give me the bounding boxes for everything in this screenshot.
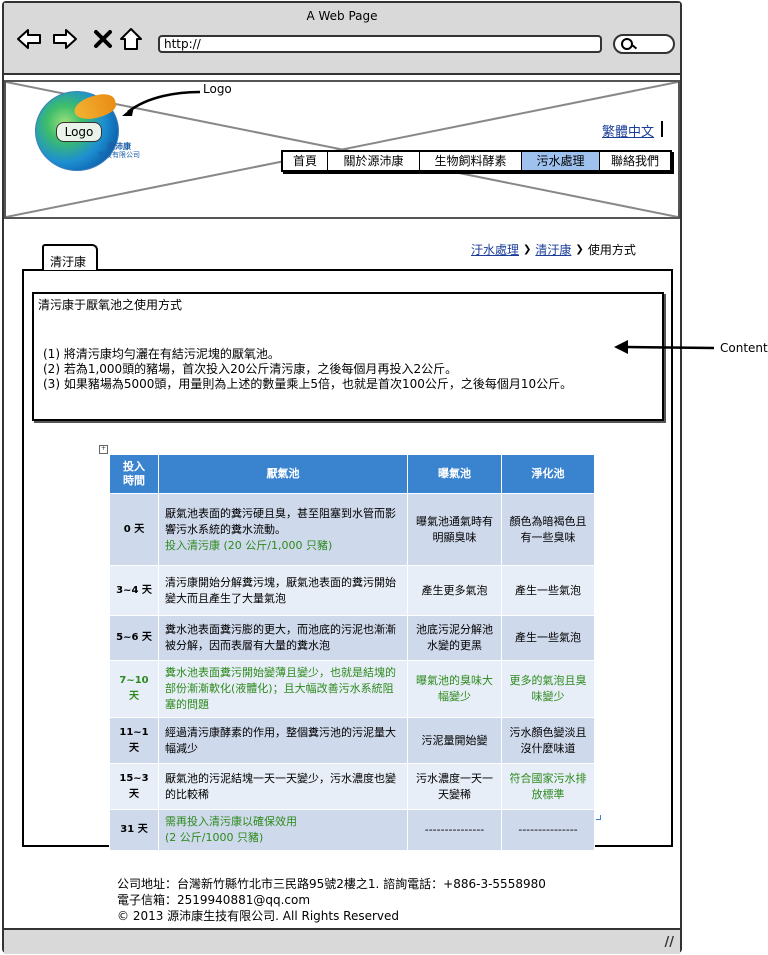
cell-aeration: 污泥量開始變: [407, 717, 502, 764]
cell-day: 5~6 天: [109, 615, 159, 661]
table-resize-handle[interactable]: [596, 815, 601, 820]
breadcrumb-product[interactable]: 清汙康: [535, 241, 571, 258]
cell-anaerobic: 厭氣池的污泥結塊一天一天變少，污水濃度也變的比較稀: [158, 763, 408, 810]
table-row: 31 天 需再投入清污康以確保效用 (2 公斤/1000 只豬) -------…: [109, 809, 595, 851]
cell-anaerobic: 糞水池表面糞污開始變薄且變少，也就是結塊的部份漸漸軟化(液體化)；且大幅改善污水…: [158, 660, 408, 718]
cell-anaerobic-note: (2 公斤/1000 只豬): [165, 831, 264, 844]
header-purify: 淨化池: [501, 454, 595, 494]
logo-company-name: 源沛康 生技有限公司: [86, 142, 152, 160]
url-input[interactable]: http://: [158, 35, 602, 53]
browser-toolbar: A Web Page http://: [4, 3, 680, 75]
cell-aeration: 曝氣池的臭味大幅變少: [407, 660, 502, 718]
table-row: 11~1 天 經過清污康酵素的作用，整個糞污池的污泥量大幅減少 污泥量開始變 污…: [109, 717, 595, 764]
cell-aeration: 曝氣池通氣時有明顯臭味: [407, 493, 502, 566]
search-input[interactable]: [613, 34, 675, 54]
cell-anaerobic-text: 厭氣池表面的糞污硬且臭，甚至阻塞到水管而影響污水系統的糞水流動。: [165, 506, 396, 536]
breadcrumb-current: 使用方式: [587, 243, 636, 257]
cell-day: 3~4 天: [109, 565, 159, 616]
cell-purify: ---------------: [501, 809, 595, 851]
cell-anaerobic: 厭氣池表面的糞污硬且臭，甚至阻塞到水管而影響污水系統的糞水流動。 投入清污康 (…: [158, 493, 408, 566]
cell-aeration: ---------------: [407, 809, 502, 851]
search-icon: [621, 38, 633, 50]
chevron-right-icon: ❯: [575, 244, 584, 255]
content-annotation: Content: [720, 341, 768, 355]
content-annotation-arrow: [614, 340, 715, 354]
cell-anaerobic-text: 需再投入清污康以確保效用: [165, 815, 297, 828]
cell-anaerobic: 糞水池表面糞污膨的更大，而池底的污泥也漸漸被分解，因而表層有大量的糞水泡: [158, 615, 408, 661]
tab-product[interactable]: 清汙康: [42, 244, 98, 270]
footer-email: 電子信箱：2519940881@qq.com: [117, 893, 311, 907]
cell-day: 0 天: [109, 493, 159, 566]
usage-table: 投入 時間 厭氣池 曝氣池 淨化池 0 天 厭氣池表面的糞污硬且臭，甚至阻塞到水…: [109, 454, 595, 851]
table-row: 3~4 天 清污康開始分解糞污塊，厭氣池表面的糞污開始變大而且產生了大量氣泡 產…: [109, 565, 595, 616]
header-aeration: 曝氣池: [407, 454, 502, 494]
language-link[interactable]: 繁體中文: [602, 121, 654, 140]
header-anaerobic: 厭氣池: [158, 454, 408, 494]
forward-arrow-icon[interactable]: [52, 27, 78, 51]
cell-aeration: 池底污泥分解池水變的更黑: [407, 615, 502, 661]
cell-aeration: 產生更多氣泡: [407, 565, 502, 616]
breadcrumb-wastewater[interactable]: 汙水處理: [471, 241, 519, 258]
table-move-handle[interactable]: +: [99, 445, 108, 454]
nav-wastewater[interactable]: 污水處理: [522, 152, 600, 170]
logo-company-line2: 生技有限公司: [98, 151, 140, 159]
cell-purify: 產生一些氣泡: [501, 615, 595, 661]
cell-aeration: 污水濃度一天一天變稀: [407, 763, 502, 810]
cell-anaerobic-note: 投入清污康 (20 公斤/1,000 只豬): [165, 538, 333, 552]
nav-about[interactable]: 關於源沛康: [328, 152, 420, 170]
cell-purify: 更多的氣泡且臭味變少: [501, 660, 595, 718]
resize-grip-icon[interactable]: //: [665, 935, 675, 950]
text-caret: [661, 121, 663, 137]
table-header-row: 投入 時間 厭氣池 曝氣池 淨化池: [109, 454, 595, 494]
breadcrumb: 汙水處理 ❯ 清汙康 ❯ 使用方式: [471, 241, 636, 258]
close-icon[interactable]: [90, 27, 116, 51]
cell-day: 15~3 天: [109, 763, 159, 810]
logo-text: Logo: [56, 122, 102, 142]
instruction-3: (3) 如果豬場為5000頭，用量則為上述的數量乘上5倍，也就是首次100公斤，…: [43, 377, 573, 391]
table-row: 7~10 天 糞水池表面糞污開始變薄且變少，也就是結塊的部份漸漸軟化(液體化)；…: [109, 660, 595, 718]
content-title: 清污康于厭氧池之使用方式: [38, 298, 183, 312]
nav-contact[interactable]: 聯絡我們: [600, 152, 670, 170]
cell-anaerobic: 經過清污康酵素的作用，整個糞污池的污泥量大幅減少: [158, 717, 408, 764]
status-bar: //: [4, 928, 680, 954]
home-icon[interactable]: [118, 27, 144, 51]
cell-purify: 污水顏色變淡且沒什麼味道: [501, 717, 595, 764]
cell-purify: 顏色為暗褐色且有一些臭味: [501, 493, 595, 566]
window-title: A Web Page: [306, 9, 378, 23]
back-arrow-icon[interactable]: [16, 27, 42, 51]
cell-purify: 符合國家污水排放標準: [501, 763, 595, 810]
cell-purify: 產生一些氣泡: [501, 565, 595, 616]
nav-bio-feed[interactable]: 生物飼料酵素: [420, 152, 522, 170]
table-row: 0 天 厭氣池表面的糞污硬且臭，甚至阻塞到水管而影響污水系統的糞水流動。 投入清…: [109, 493, 595, 566]
cell-anaerobic: 需再投入清污康以確保效用 (2 公斤/1000 只豬): [158, 809, 408, 851]
cell-day: 7~10 天: [109, 660, 159, 718]
chevron-right-icon: ❯: [523, 244, 532, 255]
logo-company-line1: 源沛康: [107, 141, 131, 151]
cell-day: 31 天: [109, 809, 159, 851]
header-time: 投入 時間: [109, 454, 159, 494]
cell-day: 11~1 天: [109, 717, 159, 764]
table-row: 5~6 天 糞水池表面糞污膨的更大，而池底的污泥也漸漸被分解，因而表層有大量的糞…: [109, 615, 595, 661]
logo-annotation: Logo: [203, 82, 232, 96]
logo-annotation-arrow: [122, 90, 201, 116]
table-row: 15~3 天 厭氣池的污泥結塊一天一天變少，污水濃度也變的比較稀 污水濃度一天一…: [109, 763, 595, 810]
logo-swoosh: [71, 90, 119, 124]
footer-address: 公司地址：台灣新竹縣竹北市三民路95號2樓之1. 諮詢電話：+886-3-555…: [117, 877, 546, 891]
main-nav: 首頁 關於源沛康 生物飼料酵素 污水處理 聯絡我們: [281, 150, 672, 172]
cell-anaerobic: 清污康開始分解糞污塊，厭氣池表面的糞污開始變大而且產生了大量氣泡: [158, 565, 408, 616]
footer-copyright: © 2013 源沛康生技有限公司. All Rights Reserved: [117, 909, 400, 923]
nav-home[interactable]: 首頁: [283, 152, 328, 170]
